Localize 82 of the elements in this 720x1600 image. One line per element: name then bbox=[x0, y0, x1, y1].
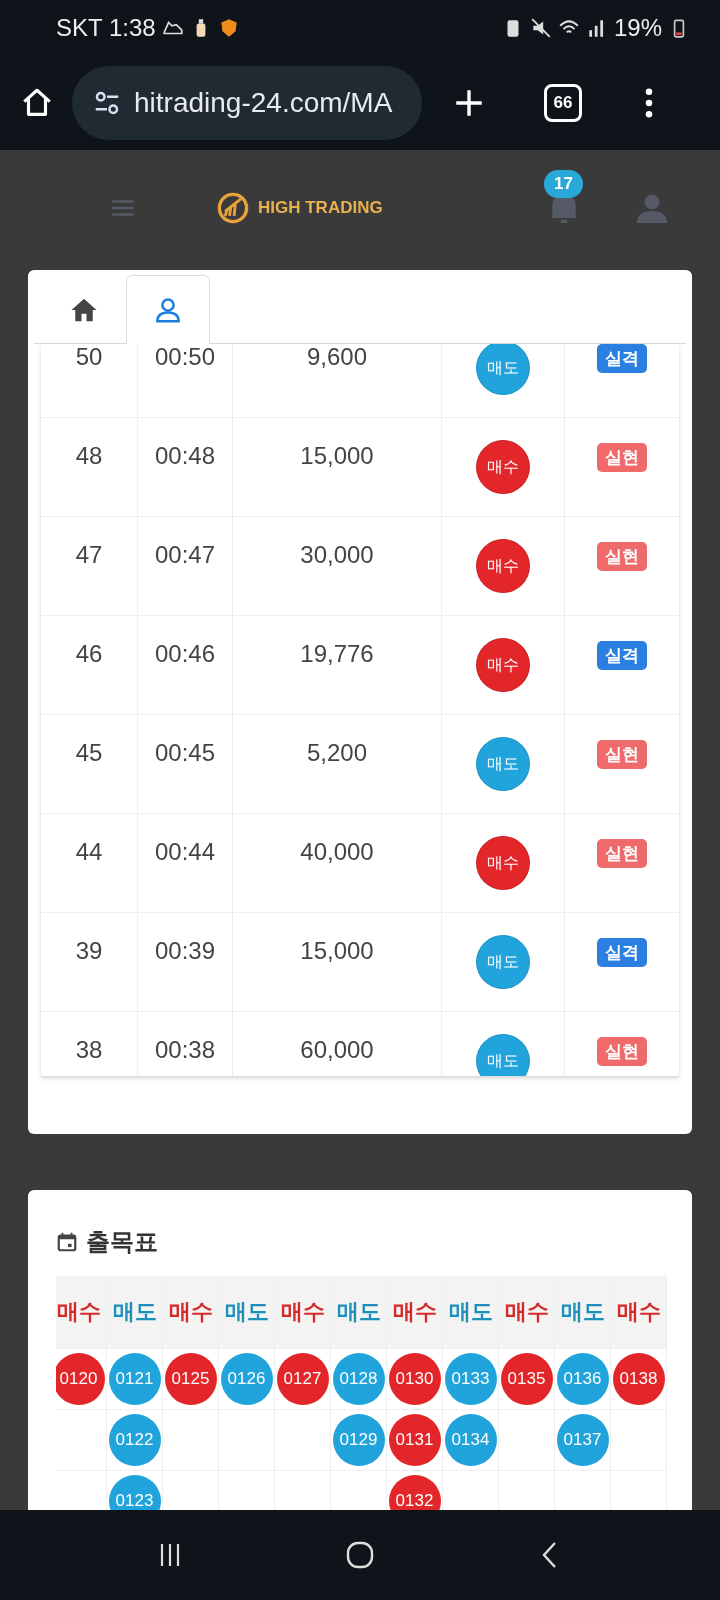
number-ball: 0138 bbox=[612, 1353, 665, 1405]
mute-icon bbox=[529, 16, 552, 39]
side-badge: 매수 bbox=[476, 638, 530, 692]
table-cell: 00:39 bbox=[138, 913, 233, 1011]
table-cell: 48 bbox=[41, 418, 138, 516]
result-badge: 실격 bbox=[597, 640, 647, 670]
table-cell: 00:45 bbox=[138, 715, 233, 813]
column-header: 매수 bbox=[616, 1298, 661, 1326]
table-cell: 15,000 bbox=[233, 913, 442, 1011]
table-cell: 00:48 bbox=[138, 418, 233, 516]
side-badge: 매수 bbox=[476, 440, 530, 494]
result-badge: 실현 bbox=[597, 1036, 647, 1066]
number-ball: 0120 bbox=[56, 1353, 105, 1405]
side-badge: 매도 bbox=[476, 344, 530, 395]
side-badge: 매도 bbox=[476, 737, 530, 791]
table-cell: 30,000 bbox=[233, 517, 442, 615]
number-ball: 0129 bbox=[332, 1414, 385, 1466]
result-badge: 실현 bbox=[597, 739, 647, 769]
table-cell: 50 bbox=[41, 344, 138, 417]
section-title: 출목표 bbox=[86, 1227, 158, 1257]
result-badge: 실현 bbox=[597, 838, 647, 868]
table-cell: 44 bbox=[41, 814, 138, 912]
notification-badge: 17 bbox=[544, 169, 583, 198]
table-cell: 47 bbox=[41, 517, 138, 615]
result-badge: 실현 bbox=[597, 442, 647, 472]
number-ball: 0122 bbox=[108, 1414, 161, 1466]
column-header: 매도 bbox=[224, 1298, 269, 1326]
calendar-icon bbox=[56, 1231, 78, 1253]
column-header: 매수 bbox=[168, 1298, 213, 1326]
table-cell: 60,000 bbox=[233, 1012, 442, 1076]
table-cell: 38 bbox=[41, 1012, 138, 1076]
table-cell: 00:44 bbox=[138, 814, 233, 912]
table-cell: 00:46 bbox=[138, 616, 233, 714]
tab-count-button[interactable]: 66 bbox=[544, 83, 582, 122]
side-badge: 매수 bbox=[476, 836, 530, 890]
number-ball: 0128 bbox=[332, 1353, 385, 1405]
table-cell: 9,600 bbox=[233, 344, 442, 417]
table-cell: 19,776 bbox=[233, 616, 442, 714]
battery-percent: 19% bbox=[613, 13, 662, 42]
column-header: 매수 bbox=[56, 1298, 101, 1326]
number-ball: 0137 bbox=[556, 1414, 609, 1466]
column-header: 매도 bbox=[336, 1298, 381, 1326]
column-header: 매도 bbox=[448, 1298, 493, 1326]
column-header: 매수 bbox=[280, 1298, 325, 1326]
address-field[interactable]: hitrading-24.com/MA bbox=[72, 65, 422, 140]
table-cell: 46 bbox=[41, 616, 138, 714]
column-header: 매수 bbox=[392, 1298, 437, 1326]
number-ball: 0127 bbox=[276, 1353, 329, 1405]
number-ball: 0125 bbox=[164, 1353, 217, 1405]
home-button-icon[interactable] bbox=[345, 1540, 375, 1570]
table-cell: 45 bbox=[41, 715, 138, 813]
column-header: 매도 bbox=[560, 1298, 605, 1326]
side-badge: 매도 bbox=[476, 1034, 530, 1076]
number-ball: 0131 bbox=[388, 1414, 441, 1466]
number-ball: 0126 bbox=[220, 1353, 273, 1405]
carrier-time: SKT 1:38 bbox=[56, 13, 156, 42]
side-badge: 매도 bbox=[476, 935, 530, 989]
result-badge: 실현 bbox=[597, 541, 647, 571]
user-tab[interactable] bbox=[126, 275, 210, 344]
table-cell: 15,000 bbox=[233, 418, 442, 516]
column-header: 매도 bbox=[112, 1298, 157, 1326]
number-ball: 0132 bbox=[388, 1475, 441, 1510]
result-badge: 실격 bbox=[597, 344, 647, 373]
number-ball: 0135 bbox=[500, 1353, 553, 1405]
table-cell: 39 bbox=[41, 913, 138, 1011]
table-cell: 00:38 bbox=[138, 1012, 233, 1076]
column-header: 매수 bbox=[504, 1298, 549, 1326]
number-ball: 0130 bbox=[388, 1353, 441, 1405]
table-cell: 5,200 bbox=[233, 715, 442, 813]
number-ball: 0123 bbox=[108, 1475, 161, 1510]
table-cell: 00:50 bbox=[138, 344, 233, 417]
chart-logo-icon bbox=[216, 190, 250, 225]
brand-name: HIGH TRADING bbox=[258, 197, 383, 218]
table-cell: 40,000 bbox=[233, 814, 442, 912]
side-badge: 매수 bbox=[476, 539, 530, 593]
table-cell: 00:47 bbox=[138, 517, 233, 615]
number-ball: 0136 bbox=[556, 1353, 609, 1405]
result-badge: 실격 bbox=[597, 937, 647, 967]
user-icon[interactable] bbox=[153, 295, 183, 325]
number-ball: 0133 bbox=[444, 1353, 497, 1405]
number-ball: 0121 bbox=[108, 1353, 161, 1405]
number-ball: 0134 bbox=[444, 1414, 497, 1466]
